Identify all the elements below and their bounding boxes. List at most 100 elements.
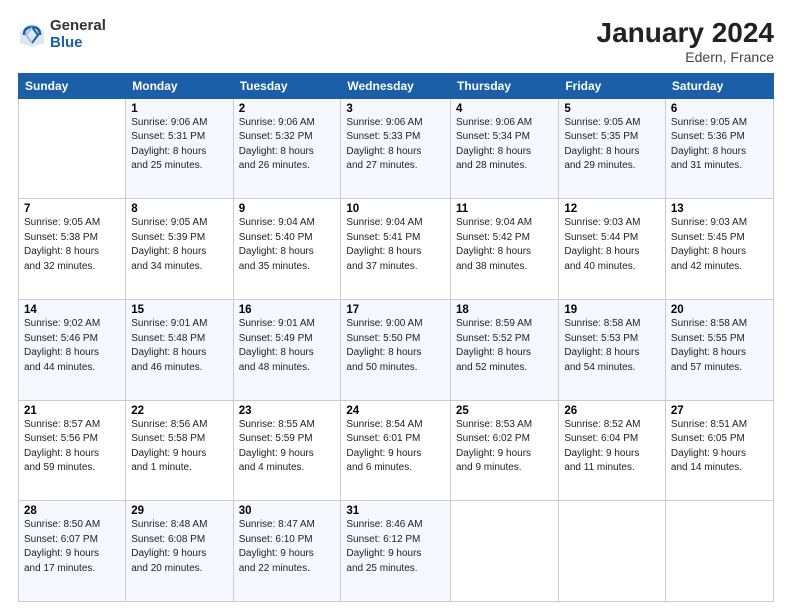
calendar-cell: 7 Sunrise: 9:05 AM Sunset: 5:38 PM Daylig… (19, 199, 126, 300)
calendar-subtitle: Edern, France (597, 49, 774, 65)
day-info: Sunrise: 9:02 AM Sunset: 5:46 PM Dayligh… (24, 318, 100, 373)
calendar-cell: 18 Sunrise: 8:59 AM Sunset: 5:52 PM Dayli… (450, 300, 558, 401)
day-info: Sunrise: 8:51 AM Sunset: 6:05 PM Dayligh… (671, 419, 747, 474)
calendar-cell: 8 Sunrise: 9:05 AM Sunset: 5:39 PM Daylig… (126, 199, 233, 300)
calendar-cell: 3 Sunrise: 9:06 AM Sunset: 5:33 PM Daylig… (341, 98, 451, 199)
calendar-cell: 27 Sunrise: 8:51 AM Sunset: 6:05 PM Dayli… (665, 400, 773, 501)
day-info: Sunrise: 8:56 AM Sunset: 5:58 PM Dayligh… (131, 419, 207, 474)
day-info: Sunrise: 9:04 AM Sunset: 5:42 PM Dayligh… (456, 217, 532, 272)
logo: General Blue (18, 18, 106, 51)
day-number: 1 (131, 103, 227, 115)
day-info: Sunrise: 9:01 AM Sunset: 5:49 PM Dayligh… (239, 318, 315, 373)
calendar-cell (665, 501, 773, 602)
calendar-cell: 19 Sunrise: 8:58 AM Sunset: 5:53 PM Dayli… (559, 300, 666, 401)
day-number: 6 (671, 103, 768, 115)
calendar-cell: 2Sunrise: 9:06 AM Sunset: 5:32 PM Daylig… (233, 98, 341, 199)
calendar-cell: 6 Sunrise: 9:05 AM Sunset: 5:36 PM Daylig… (665, 98, 773, 199)
day-number: 13 (671, 203, 768, 215)
day-number: 7 (24, 203, 120, 215)
logo-text: General Blue (50, 18, 106, 51)
calendar-cell (19, 98, 126, 199)
calendar-cell: 21 Sunrise: 8:57 AM Sunset: 5:56 PM Dayli… (19, 400, 126, 501)
calendar-cell: 11 Sunrise: 9:04 AM Sunset: 5:42 PM Dayli… (450, 199, 558, 300)
day-number: 15 (131, 304, 227, 316)
day-number: 2 (239, 103, 336, 115)
calendar-cell (450, 501, 558, 602)
calendar-cell: 30 Sunrise: 8:47 AM Sunset: 6:10 PM Dayli… (233, 501, 341, 602)
day-info: Sunrise: 9:04 AM Sunset: 5:40 PM Dayligh… (239, 217, 315, 272)
calendar-cell: 24Sunrise: 8:54 AM Sunset: 6:01 PM Dayli… (341, 400, 451, 501)
day-number: 25 (456, 405, 553, 417)
week-row-2: 7 Sunrise: 9:05 AM Sunset: 5:38 PM Daylig… (19, 199, 774, 300)
col-header-monday: Monday (126, 73, 233, 98)
day-info: Sunrise: 9:03 AM Sunset: 5:44 PM Dayligh… (564, 217, 640, 272)
day-info: Sunrise: 8:55 AM Sunset: 5:59 PM Dayligh… (239, 419, 315, 474)
header: General Blue January 2024 Edern, France (18, 18, 774, 65)
calendar-cell: 10 Sunrise: 9:04 AM Sunset: 5:41 PM Dayli… (341, 199, 451, 300)
day-info: Sunrise: 9:05 AM Sunset: 5:36 PM Dayligh… (671, 117, 747, 172)
calendar-cell: 26Sunrise: 8:52 AM Sunset: 6:04 PM Dayli… (559, 400, 666, 501)
day-info: Sunrise: 9:01 AM Sunset: 5:48 PM Dayligh… (131, 318, 207, 373)
calendar-cell: 15 Sunrise: 9:01 AM Sunset: 5:48 PM Dayli… (126, 300, 233, 401)
day-info: Sunrise: 8:48 AM Sunset: 6:08 PM Dayligh… (131, 519, 207, 574)
day-info: Sunrise: 9:06 AM Sunset: 5:31 PM Dayligh… (131, 117, 207, 172)
week-row-3: 14 Sunrise: 9:02 AM Sunset: 5:46 PM Dayli… (19, 300, 774, 401)
day-info: Sunrise: 8:53 AM Sunset: 6:02 PM Dayligh… (456, 419, 532, 474)
day-number: 11 (456, 203, 553, 215)
day-number: 3 (346, 103, 445, 115)
calendar-table: SundayMondayTuesdayWednesdayThursdayFrid… (18, 73, 774, 602)
calendar-cell: 29 Sunrise: 8:48 AM Sunset: 6:08 PM Dayli… (126, 501, 233, 602)
calendar-cell: 12 Sunrise: 9:03 AM Sunset: 5:44 PM Dayli… (559, 199, 666, 300)
day-info: Sunrise: 9:05 AM Sunset: 5:39 PM Dayligh… (131, 217, 207, 272)
day-info: Sunrise: 8:47 AM Sunset: 6:10 PM Dayligh… (239, 519, 315, 574)
logo-blue-text: Blue (50, 35, 106, 52)
day-number: 27 (671, 405, 768, 417)
day-number: 23 (239, 405, 336, 417)
day-info: Sunrise: 8:58 AM Sunset: 5:53 PM Dayligh… (564, 318, 640, 373)
day-number: 16 (239, 304, 336, 316)
day-number: 21 (24, 405, 120, 417)
day-info: Sunrise: 9:04 AM Sunset: 5:41 PM Dayligh… (346, 217, 422, 272)
day-info: Sunrise: 8:52 AM Sunset: 6:04 PM Dayligh… (564, 419, 640, 474)
day-number: 12 (564, 203, 660, 215)
day-number: 4 (456, 103, 553, 115)
calendar-cell: 17 Sunrise: 9:00 AM Sunset: 5:50 PM Dayli… (341, 300, 451, 401)
calendar-cell (559, 501, 666, 602)
calendar-cell: 25 Sunrise: 8:53 AM Sunset: 6:02 PM Dayli… (450, 400, 558, 501)
day-info: Sunrise: 8:50 AM Sunset: 6:07 PM Dayligh… (24, 519, 100, 574)
calendar-cell: 16 Sunrise: 9:01 AM Sunset: 5:49 PM Dayli… (233, 300, 341, 401)
calendar-cell: 22 Sunrise: 8:56 AM Sunset: 5:58 PM Dayli… (126, 400, 233, 501)
calendar-cell: 9Sunrise: 9:04 AM Sunset: 5:40 PM Daylig… (233, 199, 341, 300)
day-number: 22 (131, 405, 227, 417)
week-row-4: 21 Sunrise: 8:57 AM Sunset: 5:56 PM Dayli… (19, 400, 774, 501)
calendar-cell: 23 Sunrise: 8:55 AM Sunset: 5:59 PM Dayli… (233, 400, 341, 501)
week-row-5: 28Sunrise: 8:50 AM Sunset: 6:07 PM Dayli… (19, 501, 774, 602)
day-info: Sunrise: 9:05 AM Sunset: 5:38 PM Dayligh… (24, 217, 100, 272)
week-row-1: 1 Sunrise: 9:06 AM Sunset: 5:31 PM Daylig… (19, 98, 774, 199)
calendar-cell: 5Sunrise: 9:05 AM Sunset: 5:35 PM Daylig… (559, 98, 666, 199)
day-info: Sunrise: 9:03 AM Sunset: 5:45 PM Dayligh… (671, 217, 747, 272)
day-number: 14 (24, 304, 120, 316)
day-info: Sunrise: 9:06 AM Sunset: 5:34 PM Dayligh… (456, 117, 532, 172)
day-number: 8 (131, 203, 227, 215)
col-header-thursday: Thursday (450, 73, 558, 98)
day-info: Sunrise: 8:59 AM Sunset: 5:52 PM Dayligh… (456, 318, 532, 373)
calendar-cell: 13 Sunrise: 9:03 AM Sunset: 5:45 PM Dayli… (665, 199, 773, 300)
col-header-sunday: Sunday (19, 73, 126, 98)
calendar-title: January 2024 (597, 18, 774, 49)
day-number: 29 (131, 505, 227, 517)
day-number: 30 (239, 505, 336, 517)
day-number: 17 (346, 304, 445, 316)
day-number: 20 (671, 304, 768, 316)
day-info: Sunrise: 8:58 AM Sunset: 5:55 PM Dayligh… (671, 318, 747, 373)
day-number: 5 (564, 103, 660, 115)
day-number: 18 (456, 304, 553, 316)
day-info: Sunrise: 9:00 AM Sunset: 5:50 PM Dayligh… (346, 318, 422, 373)
day-number: 10 (346, 203, 445, 215)
day-number: 19 (564, 304, 660, 316)
day-info: Sunrise: 9:06 AM Sunset: 5:33 PM Dayligh… (346, 117, 422, 172)
col-header-friday: Friday (559, 73, 666, 98)
day-info: Sunrise: 8:57 AM Sunset: 5:56 PM Dayligh… (24, 419, 100, 474)
calendar-cell: 1 Sunrise: 9:06 AM Sunset: 5:31 PM Daylig… (126, 98, 233, 199)
header-row: SundayMondayTuesdayWednesdayThursdayFrid… (19, 73, 774, 98)
